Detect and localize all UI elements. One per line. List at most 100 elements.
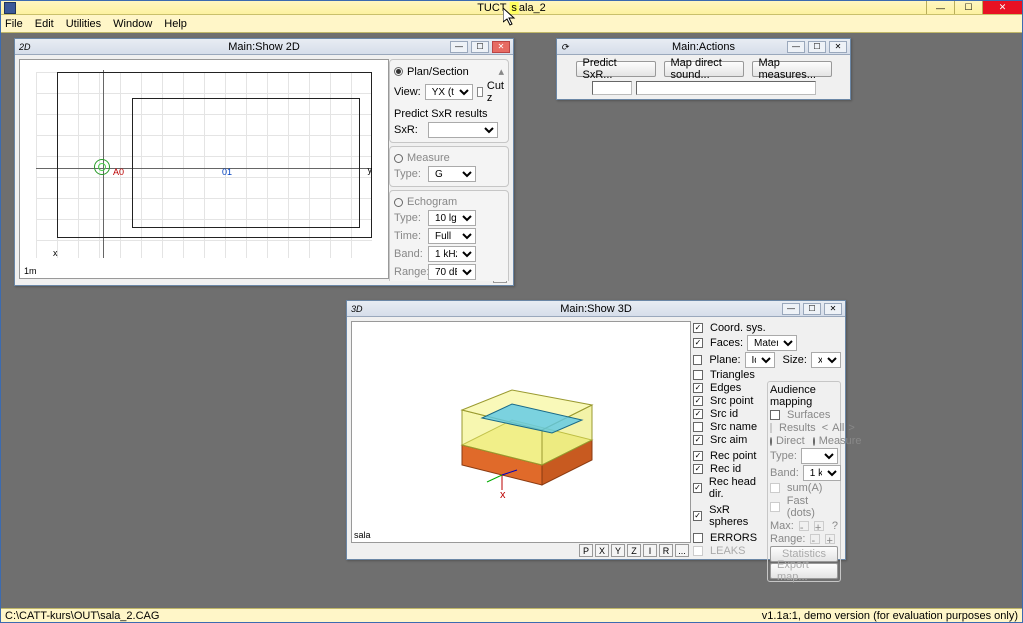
title-highlight: s <box>509 2 519 14</box>
select-echo-band[interactable]: 1 kHz <box>428 246 476 262</box>
child-titlebar-2d[interactable]: 2D Main:Show 2D — ☐ ✕ <box>15 39 513 55</box>
lbl-band-3d: Band: <box>770 467 799 479</box>
btn-map-direct[interactable]: Map direct sound... <box>664 61 744 77</box>
radio-plan-section[interactable] <box>394 67 403 76</box>
min-2d[interactable]: — <box>450 41 468 53</box>
select-echo-range[interactable]: 70 dB <box>428 264 476 280</box>
close-3d[interactable]: ✕ <box>824 303 842 315</box>
menu-utilities[interactable]: Utilities <box>66 18 101 30</box>
menu-help[interactable]: Help <box>164 18 187 30</box>
chk-faces[interactable] <box>693 338 703 348</box>
mdi-area: 2D Main:Show 2D — ☐ ✕ A0 01 y <box>1 33 1022 608</box>
minimize-button[interactable]: — <box>926 1 954 14</box>
btn-Z[interactable]: Z <box>627 544 641 557</box>
lbl-sxrspheres: SxR spheres <box>709 504 765 528</box>
close-2d[interactable]: ✕ <box>492 41 510 53</box>
chk-recid[interactable] <box>693 464 703 474</box>
status-path: C:\CATT-kurs\OUT\sala_2.CAG <box>5 610 159 622</box>
btn-P[interactable]: P <box>579 544 593 557</box>
btn-I[interactable]: I <box>643 544 657 557</box>
menu-file[interactable]: File <box>5 18 23 30</box>
radio-echogram[interactable] <box>394 198 403 207</box>
svg-text:x: x <box>500 489 506 501</box>
lbl-echo-band: Band: <box>394 248 424 260</box>
menu-bar: File Edit Utilities Window Help <box>1 15 1022 33</box>
lbl-max: Max: <box>770 520 794 532</box>
lbl-type-measure: Type: <box>394 168 424 180</box>
menu-window[interactable]: Window <box>113 18 152 30</box>
progress-small <box>592 81 632 95</box>
radio-measure-3d <box>813 437 815 446</box>
chk-leaks <box>693 546 703 556</box>
btn-predict-sxr[interactable]: Predict SxR... <box>576 61 656 77</box>
axis-x-label: x <box>53 248 58 258</box>
chk-surfaces[interactable] <box>770 410 780 420</box>
lbl-suma: sum(A) <box>787 482 822 494</box>
chk-errors[interactable] <box>693 533 703 543</box>
radio-measure[interactable] <box>394 154 403 163</box>
title-actions: Main:Actions <box>672 41 735 53</box>
lbl-srcname: Src name <box>710 421 757 433</box>
lbl-surfaces: Surfaces <box>787 409 830 421</box>
lbl-measure: Measure <box>407 152 450 164</box>
btn-map-measures[interactable]: Map measures... <box>752 61 832 77</box>
child-titlebar-actions[interactable]: ⟳ Main:Actions — ☐ ✕ <box>557 39 850 55</box>
lbl-recid: Rec id <box>710 463 741 475</box>
room-inner-rect <box>132 98 360 228</box>
select-echo-type[interactable]: 10 lg(E) <box>428 210 476 226</box>
max-actions[interactable]: ☐ <box>808 41 826 53</box>
min-actions[interactable]: — <box>787 41 805 53</box>
chk-srcname[interactable] <box>693 422 703 432</box>
lbl-echo-range: Range: <box>394 266 424 278</box>
chk-sxrspheres[interactable] <box>693 511 702 521</box>
btn-R[interactable]: R <box>659 544 673 557</box>
close-button[interactable]: ✕ <box>982 1 1022 14</box>
lbl-srcid: Src id <box>710 408 738 420</box>
chk-rechead[interactable] <box>693 483 702 493</box>
lbl-faces: Faces: <box>710 337 743 349</box>
app-window: TUCT sala_2 — ☐ ✕ File Edit Utilities Wi… <box>0 0 1023 623</box>
max-3d[interactable]: ☐ <box>803 303 821 315</box>
chk-srcaim[interactable] <box>693 435 703 445</box>
btn-X[interactable]: X <box>595 544 609 557</box>
status-version: v1.1a:1, demo version (for evaluation pu… <box>762 610 1018 622</box>
window-actions: ⟳ Main:Actions — ☐ ✕ Predict SxR... Map … <box>556 38 851 100</box>
room-3d-model: x <box>452 390 602 490</box>
view-3d-canvas[interactable]: x sala <box>351 321 691 543</box>
chk-edges[interactable] <box>693 383 703 393</box>
btn-Y[interactable]: Y <box>611 544 625 557</box>
chk-srcid[interactable] <box>693 409 703 419</box>
select-faces[interactable]: Material <box>747 335 797 351</box>
title-3d: Main:Show 3D <box>560 303 632 315</box>
chk-cutz[interactable] <box>477 87 483 97</box>
chk-plane[interactable] <box>693 355 702 365</box>
min-3d[interactable]: — <box>782 303 800 315</box>
select-echo-time[interactable]: Full <box>428 228 476 244</box>
select-view[interactable]: YX (top) <box>425 84 473 100</box>
chk-srcpoint[interactable] <box>693 396 703 406</box>
lbl-range-3d: Range: <box>770 533 805 545</box>
select-sxr[interactable] <box>428 122 498 138</box>
lbl-sxr: SxR: <box>394 124 424 136</box>
lbl-echo-type: Type: <box>394 212 424 224</box>
menu-edit[interactable]: Edit <box>35 18 54 30</box>
axis-y-label: y <box>368 165 373 175</box>
title-suffix: ala_2 <box>519 2 546 14</box>
maximize-button[interactable]: ☐ <box>954 1 982 14</box>
icon-actions: ⟳ <box>561 42 573 52</box>
select-measure-type[interactable]: G <box>428 166 476 182</box>
select-plane[interactable]: Ids <box>745 352 775 368</box>
btn-more[interactable]: ... <box>675 544 689 557</box>
chk-coord[interactable] <box>693 323 703 333</box>
lbl-recpoint: Rec point <box>710 450 756 462</box>
chk-fast <box>770 502 780 512</box>
chk-recpoint[interactable] <box>693 451 703 461</box>
max-2d[interactable]: ☐ <box>471 41 489 53</box>
child-titlebar-3d[interactable]: 3D Main:Show 3D — ☐ ✕ <box>347 301 845 317</box>
select-size[interactable]: x 1 <box>811 352 841 368</box>
scene-name: sala <box>354 530 371 540</box>
chk-triangles[interactable] <box>693 370 703 380</box>
close-actions[interactable]: ✕ <box>829 41 847 53</box>
plot-2d-canvas[interactable]: A0 01 y x 1m <box>19 59 389 279</box>
title-2d: Main:Show 2D <box>228 41 300 53</box>
